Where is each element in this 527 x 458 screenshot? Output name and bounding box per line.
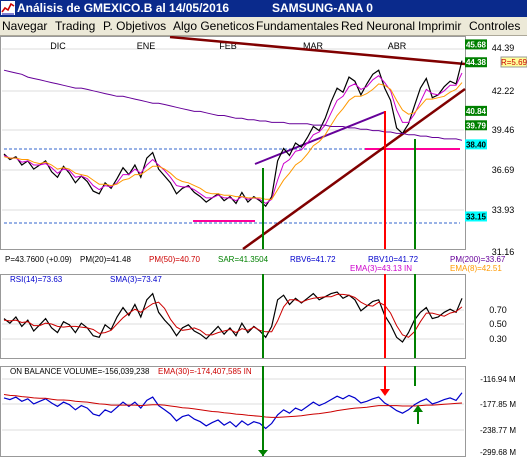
- month-label-abr: ABR: [388, 41, 407, 51]
- menu-trading[interactable]: Trading: [55, 19, 95, 33]
- price-tag-label: 33.15: [466, 212, 487, 221]
- stat-sar: SAR=41.3504: [218, 255, 269, 264]
- rsi-tick-label: 0.70: [489, 305, 507, 315]
- price-tick-label: 36.69: [492, 165, 515, 175]
- price-tag-label: 39.79: [466, 121, 487, 130]
- menu-controles[interactable]: Controles: [469, 19, 520, 33]
- obv-tick-label: -238.77 M: [480, 426, 516, 435]
- menu-fundamentales[interactable]: Fundamentales: [256, 19, 339, 33]
- obv-tick-label: -299.68 M: [480, 448, 516, 457]
- price-tag-label: 40.84: [466, 107, 487, 116]
- month-label-ene: ENE: [137, 41, 156, 51]
- chart-canvas: DIC ENE FEB MAR ABR 44.39 42.22 39.46 36…: [0, 36, 527, 458]
- stat-ema3: EMA(3)=43.13 IN: [350, 264, 412, 273]
- title-bar: Análisis de GMEXICO.B al 14/05/2016 SAMS…: [0, 0, 527, 17]
- obv-tick-label: -177.85 M: [480, 400, 516, 409]
- price-tag-label: 44.38: [466, 58, 487, 67]
- menu-bar: Navegar Trading P. Objetivos Algo Geneti…: [0, 17, 527, 36]
- rsi-sma-label: SMA(3)=73.47: [110, 275, 162, 284]
- rsi-tick-label: 0.50: [489, 319, 507, 329]
- stat-pm20: PM(20)=41.48: [80, 255, 131, 264]
- window-title: Análisis de GMEXICO.B al 14/05/2016: [17, 1, 230, 15]
- obv-tick-label: -116.94 M: [480, 375, 516, 384]
- price-tick-label: 39.46: [492, 125, 515, 135]
- window-subtitle: SAMSUNG-ANA 0: [272, 1, 373, 15]
- menu-algo-geneticos[interactable]: Algo Geneticos: [173, 19, 254, 33]
- stat-price: P=43.7600 (+0.09): [5, 255, 72, 264]
- stat-rbv6: RBV6=41.72: [290, 255, 336, 264]
- stat-pm200: PM(200)=33.67: [450, 255, 506, 264]
- app-chart-icon: [1, 1, 15, 15]
- rsi-label: RSI(14)=73.63: [10, 275, 63, 284]
- stat-pm50: PM(50)=40.70: [149, 255, 200, 264]
- obv-ema-label: EMA(30)=-174,407,585 IN: [158, 367, 252, 376]
- price-tick-label: 42.22: [492, 86, 515, 96]
- menu-navegar[interactable]: Navegar: [2, 19, 47, 33]
- rsi-tick-label: 0.30: [489, 334, 507, 344]
- obv-label: ON BALANCE VOLUME=-156,039,238: [10, 367, 150, 376]
- menu-red-neuronal[interactable]: Red Neuronal: [341, 19, 415, 33]
- price-tag-label: 45.68: [466, 40, 487, 49]
- menu-p-objetivos[interactable]: P. Objetivos: [103, 19, 166, 33]
- stat-rbv10: RBV10=41.72: [368, 255, 419, 264]
- price-tag-label: 38.40: [466, 140, 487, 149]
- month-label-dic: DIC: [50, 41, 66, 51]
- menu-imprimir[interactable]: Imprimir: [418, 19, 461, 33]
- price-tick-label: 33.93: [492, 205, 515, 215]
- r-ratio-label: R=5.69: [501, 58, 527, 67]
- price-tick-label: 44.39: [492, 43, 515, 53]
- stat-ema8: EMA(8)=42.51: [450, 264, 502, 273]
